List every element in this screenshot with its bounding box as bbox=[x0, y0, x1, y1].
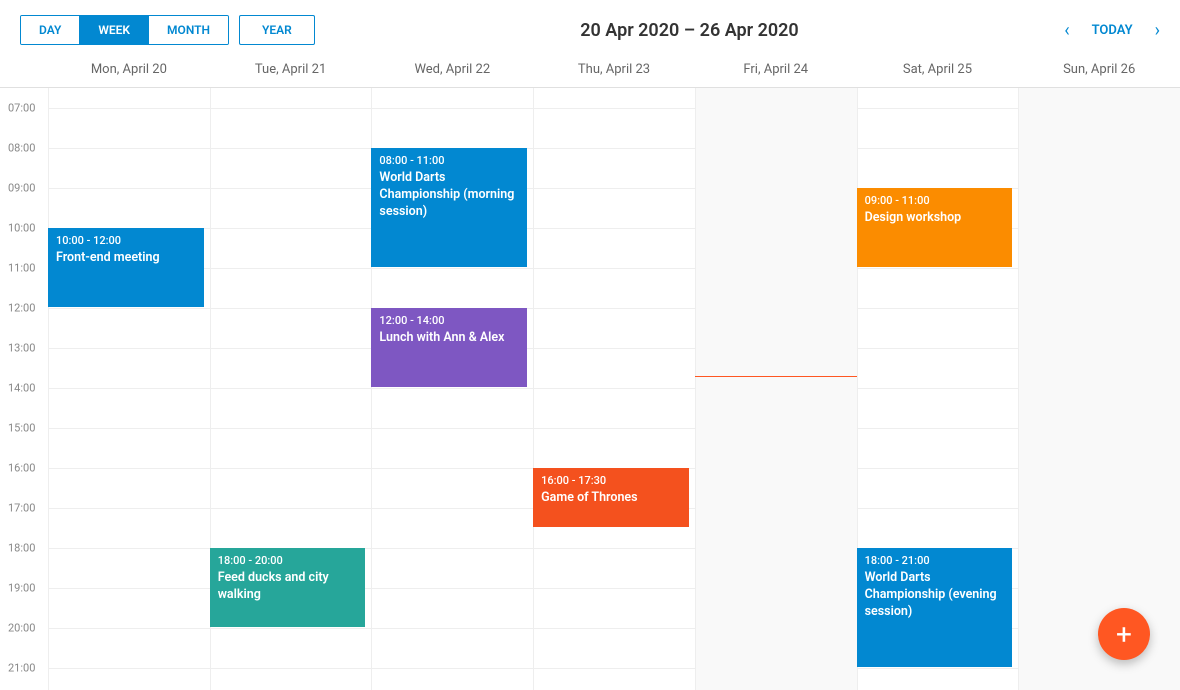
time-label: 09:00 bbox=[0, 182, 48, 195]
day-header: Thu, April 23 bbox=[533, 60, 695, 87]
event-time: 09:00 - 11:00 bbox=[865, 194, 1005, 209]
add-event-button[interactable]: + bbox=[1098, 608, 1150, 660]
next-week-button[interactable]: › bbox=[1155, 20, 1160, 41]
time-label: 15:00 bbox=[0, 422, 48, 435]
time-label: 13:00 bbox=[0, 342, 48, 355]
date-range-title: 20 Apr 2020 – 26 Apr 2020 bbox=[315, 20, 1064, 41]
event-time: 10:00 - 12:00 bbox=[56, 234, 196, 249]
nav-controls: ‹ TODAY › bbox=[1064, 20, 1160, 41]
calendar-header: DAY WEEK MONTH YEAR 20 Apr 2020 – 26 Apr… bbox=[0, 0, 1180, 60]
event-time: 18:00 - 20:00 bbox=[218, 554, 358, 569]
day-header: Sat, April 25 bbox=[857, 60, 1019, 87]
calendar-event[interactable]: 12:00 - 14:00Lunch with Ann & Alex bbox=[371, 308, 527, 387]
view-toggle-group: DAY WEEK MONTH bbox=[20, 15, 229, 45]
event-time: 08:00 - 11:00 bbox=[379, 154, 519, 169]
time-label: 11:00 bbox=[0, 262, 48, 275]
today-button[interactable]: TODAY bbox=[1092, 23, 1133, 38]
time-label: 08:00 bbox=[0, 142, 48, 155]
event-title: World Darts Championship (evening sessio… bbox=[865, 570, 1005, 621]
event-title: Design workshop bbox=[865, 210, 1005, 227]
calendar-event[interactable]: 16:00 - 17:30Game of Thrones bbox=[533, 468, 689, 527]
time-label: 17:00 bbox=[0, 502, 48, 515]
time-label: 07:00 bbox=[0, 102, 48, 115]
day-column[interactable] bbox=[533, 88, 695, 690]
plus-icon: + bbox=[1116, 618, 1132, 651]
time-label: 18:00 bbox=[0, 542, 48, 555]
event-time: 12:00 - 14:00 bbox=[379, 314, 519, 329]
now-indicator bbox=[695, 376, 857, 377]
event-title: Feed ducks and city walking bbox=[218, 570, 358, 604]
day-column[interactable] bbox=[695, 88, 857, 690]
calendar-grid[interactable]: 07:00 08:00 09:00 10:00 11:00 12:00 13:00 14:00… bbox=[0, 88, 1180, 690]
day-header: Fri, April 24 bbox=[695, 60, 857, 87]
time-label: 10:00 bbox=[0, 222, 48, 235]
calendar-event[interactable]: 08:00 - 11:00World Darts Championship (m… bbox=[371, 148, 527, 267]
calendar-event[interactable]: 18:00 - 21:00World Darts Championship (e… bbox=[857, 548, 1013, 667]
event-time: 18:00 - 21:00 bbox=[865, 554, 1005, 569]
time-gutter-header bbox=[0, 60, 48, 87]
day-column[interactable] bbox=[48, 88, 210, 690]
day-header: Tue, April 21 bbox=[210, 60, 372, 87]
time-label: 21:00 bbox=[0, 662, 48, 675]
view-toggle-week[interactable]: WEEK bbox=[80, 16, 149, 44]
time-label: 14:00 bbox=[0, 382, 48, 395]
event-title: World Darts Championship (morning sessio… bbox=[379, 170, 519, 221]
event-title: Front-end meeting bbox=[56, 250, 196, 267]
event-time: 16:00 - 17:30 bbox=[541, 474, 681, 489]
time-gutter: 07:00 08:00 09:00 10:00 11:00 12:00 13:00 14:00… bbox=[0, 88, 48, 690]
event-title: Lunch with Ann & Alex bbox=[379, 330, 519, 347]
day-header: Sun, April 26 bbox=[1018, 60, 1180, 87]
calendar-event[interactable]: 10:00 - 12:00Front-end meeting bbox=[48, 228, 204, 307]
prev-week-button[interactable]: ‹ bbox=[1064, 20, 1069, 41]
time-label: 16:00 bbox=[0, 462, 48, 475]
view-toggle-month[interactable]: MONTH bbox=[149, 16, 228, 44]
time-label: 19:00 bbox=[0, 582, 48, 595]
time-label: 20:00 bbox=[0, 622, 48, 635]
day-column[interactable] bbox=[1018, 88, 1180, 690]
view-toggle-day[interactable]: DAY bbox=[21, 16, 80, 44]
event-title: Game of Thrones bbox=[541, 490, 681, 507]
day-header: Mon, April 20 bbox=[48, 60, 210, 87]
grid-surface[interactable]: 10:00 - 12:00Front-end meeting 18:00 - 20… bbox=[48, 88, 1180, 690]
day-header: Wed, April 22 bbox=[371, 60, 533, 87]
calendar-event[interactable]: 18:00 - 20:00Feed ducks and city walking bbox=[210, 548, 366, 627]
calendar-event[interactable]: 09:00 - 11:00Design workshop bbox=[857, 188, 1013, 267]
day-header-row: Mon, April 20 Tue, April 21 Wed, April 2… bbox=[0, 60, 1180, 88]
view-toggle-year[interactable]: YEAR bbox=[239, 15, 315, 45]
time-label: 12:00 bbox=[0, 302, 48, 315]
